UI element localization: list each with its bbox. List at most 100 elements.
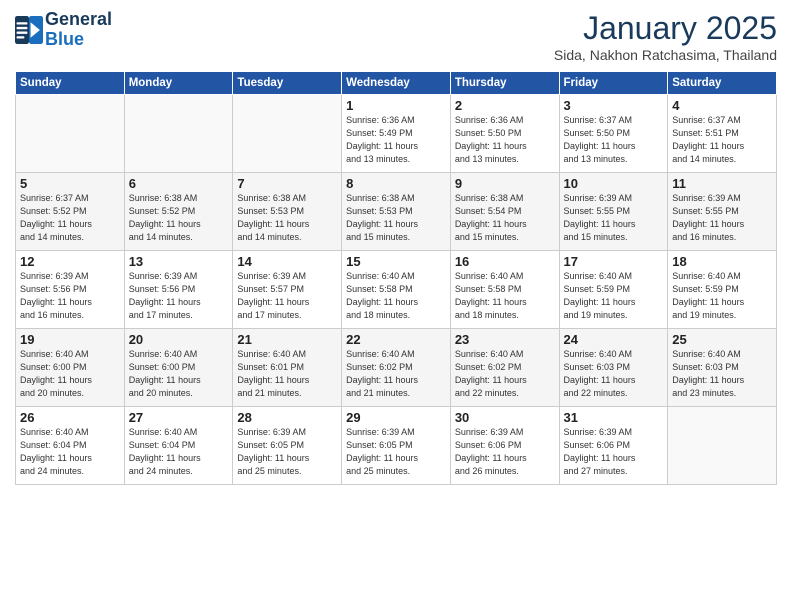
day-info: Sunrise: 6:38 AM Sunset: 5:53 PM Dayligh… bbox=[346, 192, 446, 244]
calendar-cell: 10Sunrise: 6:39 AM Sunset: 5:55 PM Dayli… bbox=[559, 173, 668, 251]
day-info: Sunrise: 6:36 AM Sunset: 5:50 PM Dayligh… bbox=[455, 114, 555, 166]
day-info: Sunrise: 6:40 AM Sunset: 5:58 PM Dayligh… bbox=[455, 270, 555, 322]
day-info: Sunrise: 6:40 AM Sunset: 6:04 PM Dayligh… bbox=[129, 426, 229, 478]
calendar-cell: 30Sunrise: 6:39 AM Sunset: 6:06 PM Dayli… bbox=[450, 407, 559, 485]
calendar-cell: 20Sunrise: 6:40 AM Sunset: 6:00 PM Dayli… bbox=[124, 329, 233, 407]
day-number: 3 bbox=[564, 98, 664, 113]
month-title: January 2025 bbox=[554, 10, 777, 47]
calendar-cell: 18Sunrise: 6:40 AM Sunset: 5:59 PM Dayli… bbox=[668, 251, 777, 329]
day-number: 13 bbox=[129, 254, 229, 269]
calendar-cell: 1Sunrise: 6:36 AM Sunset: 5:49 PM Daylig… bbox=[342, 95, 451, 173]
calendar-cell: 7Sunrise: 6:38 AM Sunset: 5:53 PM Daylig… bbox=[233, 173, 342, 251]
day-number: 31 bbox=[564, 410, 664, 425]
day-info: Sunrise: 6:39 AM Sunset: 5:56 PM Dayligh… bbox=[20, 270, 120, 322]
calendar-week-2: 5Sunrise: 6:37 AM Sunset: 5:52 PM Daylig… bbox=[16, 173, 777, 251]
day-number: 28 bbox=[237, 410, 337, 425]
calendar-week-1: 1Sunrise: 6:36 AM Sunset: 5:49 PM Daylig… bbox=[16, 95, 777, 173]
day-number: 30 bbox=[455, 410, 555, 425]
day-info: Sunrise: 6:39 AM Sunset: 5:56 PM Dayligh… bbox=[129, 270, 229, 322]
calendar-cell: 13Sunrise: 6:39 AM Sunset: 5:56 PM Dayli… bbox=[124, 251, 233, 329]
day-number: 16 bbox=[455, 254, 555, 269]
calendar-week-4: 19Sunrise: 6:40 AM Sunset: 6:00 PM Dayli… bbox=[16, 329, 777, 407]
day-info: Sunrise: 6:37 AM Sunset: 5:50 PM Dayligh… bbox=[564, 114, 664, 166]
day-number: 20 bbox=[129, 332, 229, 347]
day-info: Sunrise: 6:40 AM Sunset: 6:03 PM Dayligh… bbox=[672, 348, 772, 400]
day-info: Sunrise: 6:39 AM Sunset: 5:55 PM Dayligh… bbox=[672, 192, 772, 244]
day-number: 18 bbox=[672, 254, 772, 269]
day-info: Sunrise: 6:40 AM Sunset: 5:58 PM Dayligh… bbox=[346, 270, 446, 322]
calendar-cell: 14Sunrise: 6:39 AM Sunset: 5:57 PM Dayli… bbox=[233, 251, 342, 329]
calendar-week-5: 26 Sunrise: 6:40 AM Sunset: 6:04 PM Dayli… bbox=[16, 407, 777, 485]
day-number: 10 bbox=[564, 176, 664, 191]
day-header-tuesday: Tuesday bbox=[233, 72, 342, 95]
calendar-cell bbox=[233, 95, 342, 173]
day-info: Sunrise: 6:40 AM Sunset: 5:59 PM Dayligh… bbox=[564, 270, 664, 322]
day-info: Sunrise: 6:40 AM Sunset: 6:02 PM Dayligh… bbox=[346, 348, 446, 400]
day-info: Sunrise: 6:39 AM Sunset: 6:05 PM Dayligh… bbox=[346, 426, 446, 478]
day-number: 6 bbox=[129, 176, 229, 191]
calendar-cell: 12Sunrise: 6:39 AM Sunset: 5:56 PM Dayli… bbox=[16, 251, 125, 329]
location-subtitle: Sida, Nakhon Ratchasima, Thailand bbox=[554, 47, 777, 63]
day-number: 17 bbox=[564, 254, 664, 269]
day-number: 15 bbox=[346, 254, 446, 269]
day-number: 21 bbox=[237, 332, 337, 347]
day-number: 4 bbox=[672, 98, 772, 113]
day-number: 23 bbox=[455, 332, 555, 347]
logo-text: General Blue bbox=[45, 10, 112, 50]
calendar-cell: 5Sunrise: 6:37 AM Sunset: 5:52 PM Daylig… bbox=[16, 173, 125, 251]
calendar-cell: 22Sunrise: 6:40 AM Sunset: 6:02 PM Dayli… bbox=[342, 329, 451, 407]
calendar-cell: 19Sunrise: 6:40 AM Sunset: 6:00 PM Dayli… bbox=[16, 329, 125, 407]
calendar-cell: 2Sunrise: 6:36 AM Sunset: 5:50 PM Daylig… bbox=[450, 95, 559, 173]
calendar-cell bbox=[668, 407, 777, 485]
calendar-cell: 27Sunrise: 6:40 AM Sunset: 6:04 PM Dayli… bbox=[124, 407, 233, 485]
calendar-cell: 3Sunrise: 6:37 AM Sunset: 5:50 PM Daylig… bbox=[559, 95, 668, 173]
calendar-cell: 26Sunrise: 6:40 AM Sunset: 6:04 PM Dayli… bbox=[16, 407, 125, 485]
page-header: General Blue January 2025 Sida, Nakhon R… bbox=[15, 10, 777, 63]
calendar-table: SundayMondayTuesdayWednesdayThursdayFrid… bbox=[15, 71, 777, 485]
day-number: 26 bbox=[20, 410, 120, 425]
calendar-cell bbox=[124, 95, 233, 173]
day-info: Sunrise: 6:39 AM Sunset: 5:55 PM Dayligh… bbox=[564, 192, 664, 244]
day-number: 25 bbox=[672, 332, 772, 347]
day-info: Sunrise: 6:39 AM Sunset: 6:06 PM Dayligh… bbox=[564, 426, 664, 478]
day-info: Sunrise: 6:36 AM Sunset: 5:49 PM Dayligh… bbox=[346, 114, 446, 166]
calendar-cell bbox=[16, 95, 125, 173]
days-header-row: SundayMondayTuesdayWednesdayThursdayFrid… bbox=[16, 72, 777, 95]
day-info: Sunrise: 6:38 AM Sunset: 5:54 PM Dayligh… bbox=[455, 192, 555, 244]
calendar-cell: 15Sunrise: 6:40 AM Sunset: 5:58 PM Dayli… bbox=[342, 251, 451, 329]
day-info: Sunrise: 6:38 AM Sunset: 5:52 PM Dayligh… bbox=[129, 192, 229, 244]
calendar-cell: 24Sunrise: 6:40 AM Sunset: 6:03 PM Dayli… bbox=[559, 329, 668, 407]
calendar-cell: 21Sunrise: 6:40 AM Sunset: 6:01 PM Dayli… bbox=[233, 329, 342, 407]
calendar-cell: 23Sunrise: 6:40 AM Sunset: 6:02 PM Dayli… bbox=[450, 329, 559, 407]
calendar-cell: 8Sunrise: 6:38 AM Sunset: 5:53 PM Daylig… bbox=[342, 173, 451, 251]
day-header-monday: Monday bbox=[124, 72, 233, 95]
calendar-cell: 28Sunrise: 6:39 AM Sunset: 6:05 PM Dayli… bbox=[233, 407, 342, 485]
title-block: January 2025 Sida, Nakhon Ratchasima, Th… bbox=[554, 10, 777, 63]
day-info: Sunrise: 6:37 AM Sunset: 5:51 PM Dayligh… bbox=[672, 114, 772, 166]
day-number: 1 bbox=[346, 98, 446, 113]
calendar-cell: 25Sunrise: 6:40 AM Sunset: 6:03 PM Dayli… bbox=[668, 329, 777, 407]
day-header-thursday: Thursday bbox=[450, 72, 559, 95]
calendar-cell: 17Sunrise: 6:40 AM Sunset: 5:59 PM Dayli… bbox=[559, 251, 668, 329]
day-header-saturday: Saturday bbox=[668, 72, 777, 95]
day-info: Sunrise: 6:40 AM Sunset: 6:03 PM Dayligh… bbox=[564, 348, 664, 400]
day-number: 12 bbox=[20, 254, 120, 269]
day-info: Sunrise: 6:40 AM Sunset: 6:00 PM Dayligh… bbox=[20, 348, 120, 400]
day-info: Sunrise: 6:38 AM Sunset: 5:53 PM Dayligh… bbox=[237, 192, 337, 244]
logo-general: General bbox=[45, 9, 112, 29]
day-info: Sunrise: 6:40 AM Sunset: 5:59 PM Dayligh… bbox=[672, 270, 772, 322]
day-info: Sunrise: 6:40 AM Sunset: 6:00 PM Dayligh… bbox=[129, 348, 229, 400]
day-number: 19 bbox=[20, 332, 120, 347]
day-number: 11 bbox=[672, 176, 772, 191]
calendar-cell: 29Sunrise: 6:39 AM Sunset: 6:05 PM Dayli… bbox=[342, 407, 451, 485]
logo-line2: Blue bbox=[45, 30, 112, 50]
day-number: 5 bbox=[20, 176, 120, 191]
calendar-cell: 9Sunrise: 6:38 AM Sunset: 5:54 PM Daylig… bbox=[450, 173, 559, 251]
day-number: 2 bbox=[455, 98, 555, 113]
day-info: Sunrise: 6:39 AM Sunset: 6:06 PM Dayligh… bbox=[455, 426, 555, 478]
calendar-cell: 16Sunrise: 6:40 AM Sunset: 5:58 PM Dayli… bbox=[450, 251, 559, 329]
logo: General Blue bbox=[15, 10, 112, 50]
day-info: Sunrise: 6:40 AM Sunset: 6:01 PM Dayligh… bbox=[237, 348, 337, 400]
day-info: Sunrise: 6:37 AM Sunset: 5:52 PM Dayligh… bbox=[20, 192, 120, 244]
day-number: 24 bbox=[564, 332, 664, 347]
